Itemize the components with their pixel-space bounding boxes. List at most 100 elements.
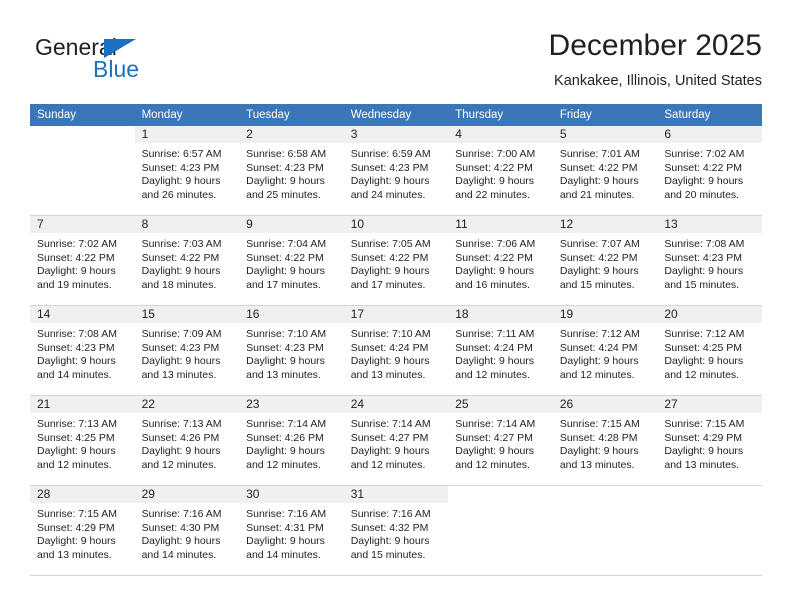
calendar-day-cell[interactable]: 18 Sunrise: 7:11 AM Sunset: 4:24 PM Dayligh… — [448, 305, 553, 396]
sunset-time: Sunset: 4:22 PM — [141, 251, 220, 264]
calendar-day-cell[interactable]: 9 Sunrise: 7:04 AM Sunset: 4:22 PM Daylight… — [239, 215, 344, 306]
daylight-duration-line2: and 19 minutes. — [37, 278, 112, 291]
sunrise-time: Sunrise: 7:00 AM — [455, 148, 536, 160]
calendar-day-cell[interactable]: 5 Sunrise: 7:01 AM Sunset: 4:22 PM Daylight… — [552, 126, 658, 216]
calendar-day-cell[interactable]: 16 Sunrise: 7:10 AM Sunset: 4:23 PM Dayligh… — [239, 305, 344, 396]
day-details: Sunrise: 7:07 AM Sunset: 4:22 PM Daylight:… — [553, 233, 658, 292]
day-number — [657, 486, 762, 503]
calendar-day-cell[interactable]: 28 Sunrise: 7:15 AM Sunset: 4:29 PM Dayligh… — [30, 485, 135, 576]
calendar-day-cell[interactable]: 3 Sunrise: 6:59 AM Sunset: 4:23 PM Daylight… — [343, 126, 449, 216]
calendar-day-cell[interactable]: 25 Sunrise: 7:14 AM Sunset: 4:27 PM Dayligh… — [448, 395, 553, 486]
daylight-duration-line2: and 12 minutes. — [559, 368, 635, 381]
calendar-day-cell[interactable]: 20 Sunrise: 7:12 AM Sunset: 4:25 PM Dayligh… — [657, 305, 762, 396]
calendar-day-cell[interactable]: 21 Sunrise: 7:13 AM Sunset: 4:25 PM Dayligh… — [30, 395, 135, 486]
day-details: Sunrise: 7:02 AM Sunset: 4:22 PM Daylight:… — [657, 143, 762, 202]
sunrise-time: Sunrise: 7:02 AM — [664, 148, 745, 160]
calendar-day-cell[interactable]: 27 Sunrise: 7:15 AM Sunset: 4:29 PM Dayligh… — [657, 395, 762, 486]
calendar-day-cell[interactable]: 10 Sunrise: 7:05 AM Sunset: 4:22 PM Dayligh… — [343, 215, 449, 306]
logo-text-blue: Blue — [93, 56, 140, 82]
daylight-duration-line1: Daylight: 9 hours — [141, 535, 221, 548]
calendar-day-cell[interactable]: 26 Sunrise: 7:15 AM Sunset: 4:28 PM Dayligh… — [552, 395, 658, 486]
sunrise-time: Sunrise: 7:03 AM — [141, 238, 222, 250]
calendar-day-cell-empty — [448, 485, 553, 576]
daylight-duration-line2: and 12 minutes. — [246, 458, 321, 471]
calendar-day-cell[interactable]: 1 Sunrise: 6:57 AM Sunset: 4:23 PM Daylight… — [134, 126, 240, 216]
sunrise-time: Sunrise: 7:13 AM — [141, 418, 222, 430]
page-title: December 2025 — [548, 29, 762, 62]
calendar-day-cell[interactable]: 31 Sunrise: 7:16 AM Sunset: 4:32 PM Dayligh… — [343, 485, 449, 576]
calendar-day-cell[interactable]: 12 Sunrise: 7:07 AM Sunset: 4:22 PM Dayligh… — [552, 215, 658, 306]
calendar-day-cell[interactable]: 24 Sunrise: 7:14 AM Sunset: 4:27 PM Dayligh… — [343, 395, 449, 486]
day-number: 30 — [239, 486, 344, 503]
calendar-day-cell[interactable]: 23 Sunrise: 7:14 AM Sunset: 4:26 PM Dayligh… — [239, 395, 344, 486]
sunset-time: Sunset: 4:22 PM — [455, 251, 533, 264]
daylight-duration-line1: Daylight: 9 hours — [37, 535, 116, 548]
sunset-time: Sunset: 4:28 PM — [559, 431, 638, 444]
day-details: Sunrise: 7:11 AM Sunset: 4:24 PM Daylight:… — [448, 323, 553, 382]
calendar-day-cell[interactable]: 14 Sunrise: 7:08 AM Sunset: 4:23 PM Dayligh… — [30, 305, 135, 396]
sunrise-time: Sunrise: 7:14 AM — [246, 418, 327, 430]
calendar-day-cell[interactable]: 8 Sunrise: 7:03 AM Sunset: 4:22 PM Daylight… — [134, 215, 240, 306]
sunrise-time: Sunrise: 7:02 AM — [37, 238, 117, 250]
sunset-time: Sunset: 4:22 PM — [350, 251, 429, 264]
daylight-duration-line2: and 17 minutes. — [350, 278, 426, 291]
sunset-time: Sunset: 4:27 PM — [455, 431, 533, 444]
sunrise-time: Sunrise: 7:06 AM — [455, 238, 536, 250]
daylight-duration-line2: and 18 minutes. — [141, 278, 217, 291]
daylight-duration-line1: Daylight: 9 hours — [664, 355, 744, 368]
sunrise-time: Sunrise: 7:07 AM — [559, 238, 640, 250]
day-details: Sunrise: 7:12 AM Sunset: 4:25 PM Daylight:… — [657, 323, 762, 382]
sunset-time: Sunset: 4:22 PM — [37, 251, 115, 264]
generalblue-logo[interactable]: General Blue — [35, 34, 255, 90]
page-subtitle: Kankakee, Illinois, United States — [554, 73, 762, 89]
calendar-day-cell[interactable]: 22 Sunrise: 7:13 AM Sunset: 4:26 PM Dayligh… — [134, 395, 240, 486]
calendar-day-cell[interactable]: 2 Sunrise: 6:58 AM Sunset: 4:23 PM Daylight… — [239, 126, 344, 216]
sunrise-time: Sunrise: 7:10 AM — [246, 328, 327, 340]
daylight-duration-line2: and 14 minutes. — [246, 548, 321, 561]
day-number — [448, 486, 553, 503]
daylight-duration-line1: Daylight: 9 hours — [350, 355, 430, 368]
day-details: Sunrise: 7:15 AM Sunset: 4:28 PM Daylight:… — [553, 413, 658, 472]
daylight-duration-line2: and 15 minutes. — [664, 278, 740, 291]
daylight-duration-line1: Daylight: 9 hours — [664, 265, 744, 278]
daylight-duration-line2: and 16 minutes. — [455, 278, 530, 291]
sunrise-time: Sunrise: 7:10 AM — [350, 328, 431, 340]
weekday-header-row: Sunday Monday Tuesday Wednesday Thursday… — [30, 104, 762, 126]
calendar-day-cell[interactable]: 6 Sunrise: 7:02 AM Sunset: 4:22 PM Daylight… — [657, 126, 762, 216]
day-details: Sunrise: 7:13 AM Sunset: 4:26 PM Daylight:… — [135, 413, 240, 472]
calendar-day-cell[interactable]: 17 Sunrise: 7:10 AM Sunset: 4:24 PM Dayligh… — [343, 305, 449, 396]
calendar-day-cell[interactable]: 15 Sunrise: 7:09 AM Sunset: 4:23 PM Dayligh… — [134, 305, 240, 396]
weekday-header-friday: Friday — [552, 104, 658, 126]
daylight-duration-line2: and 12 minutes. — [455, 368, 530, 381]
calendar-body: 1 Sunrise: 6:57 AM Sunset: 4:23 PM Daylight… — [30, 126, 762, 576]
daylight-duration-line1: Daylight: 9 hours — [141, 265, 221, 278]
sunrise-time: Sunrise: 7:15 AM — [559, 418, 640, 430]
daylight-duration-line2: and 13 minutes. — [559, 458, 635, 471]
day-number: 23 — [239, 396, 344, 413]
day-number: 15 — [134, 306, 240, 323]
day-number — [553, 486, 658, 503]
calendar-day-cell[interactable]: 30 Sunrise: 7:16 AM Sunset: 4:31 PM Dayligh… — [239, 485, 344, 576]
sunrise-time: Sunrise: 7:11 AM — [455, 328, 535, 340]
calendar-day-cell[interactable]: 19 Sunrise: 7:12 AM Sunset: 4:24 PM Dayligh… — [552, 305, 658, 396]
calendar-day-cell[interactable]: 7 Sunrise: 7:02 AM Sunset: 4:22 PM Daylight… — [30, 215, 135, 306]
daylight-duration-line1: Daylight: 9 hours — [246, 355, 325, 368]
daylight-duration-line2: and 12 minutes. — [37, 458, 112, 471]
daylight-duration-line1: Daylight: 9 hours — [141, 175, 221, 188]
calendar-day-cell[interactable]: 13 Sunrise: 7:08 AM Sunset: 4:23 PM Dayligh… — [657, 215, 762, 306]
sunrise-sunset-calendar-table: Sunday Monday Tuesday Wednesday Thursday… — [30, 104, 762, 576]
sunset-time: Sunset: 4:31 PM — [246, 521, 324, 534]
calendar-day-cell[interactable]: 4 Sunrise: 7:00 AM Sunset: 4:22 PM Daylight… — [448, 126, 553, 216]
calendar-day-cell[interactable]: 29 Sunrise: 7:16 AM Sunset: 4:30 PM Dayligh… — [134, 485, 240, 576]
daylight-duration-line2: and 14 minutes. — [37, 368, 112, 381]
daylight-duration-line1: Daylight: 9 hours — [141, 355, 221, 368]
sunset-time: Sunset: 4:23 PM — [37, 341, 115, 354]
day-number: 11 — [448, 216, 553, 233]
sunrise-time: Sunrise: 7:12 AM — [664, 328, 745, 340]
daylight-duration-line2: and 22 minutes. — [455, 188, 530, 201]
calendar-day-cell[interactable]: 11 Sunrise: 7:06 AM Sunset: 4:22 PM Dayligh… — [448, 215, 553, 306]
sunset-time: Sunset: 4:24 PM — [455, 341, 533, 354]
day-number: 24 — [343, 396, 449, 413]
daylight-duration-line1: Daylight: 9 hours — [246, 175, 325, 188]
sunrise-time: Sunrise: 7:04 AM — [246, 238, 327, 250]
